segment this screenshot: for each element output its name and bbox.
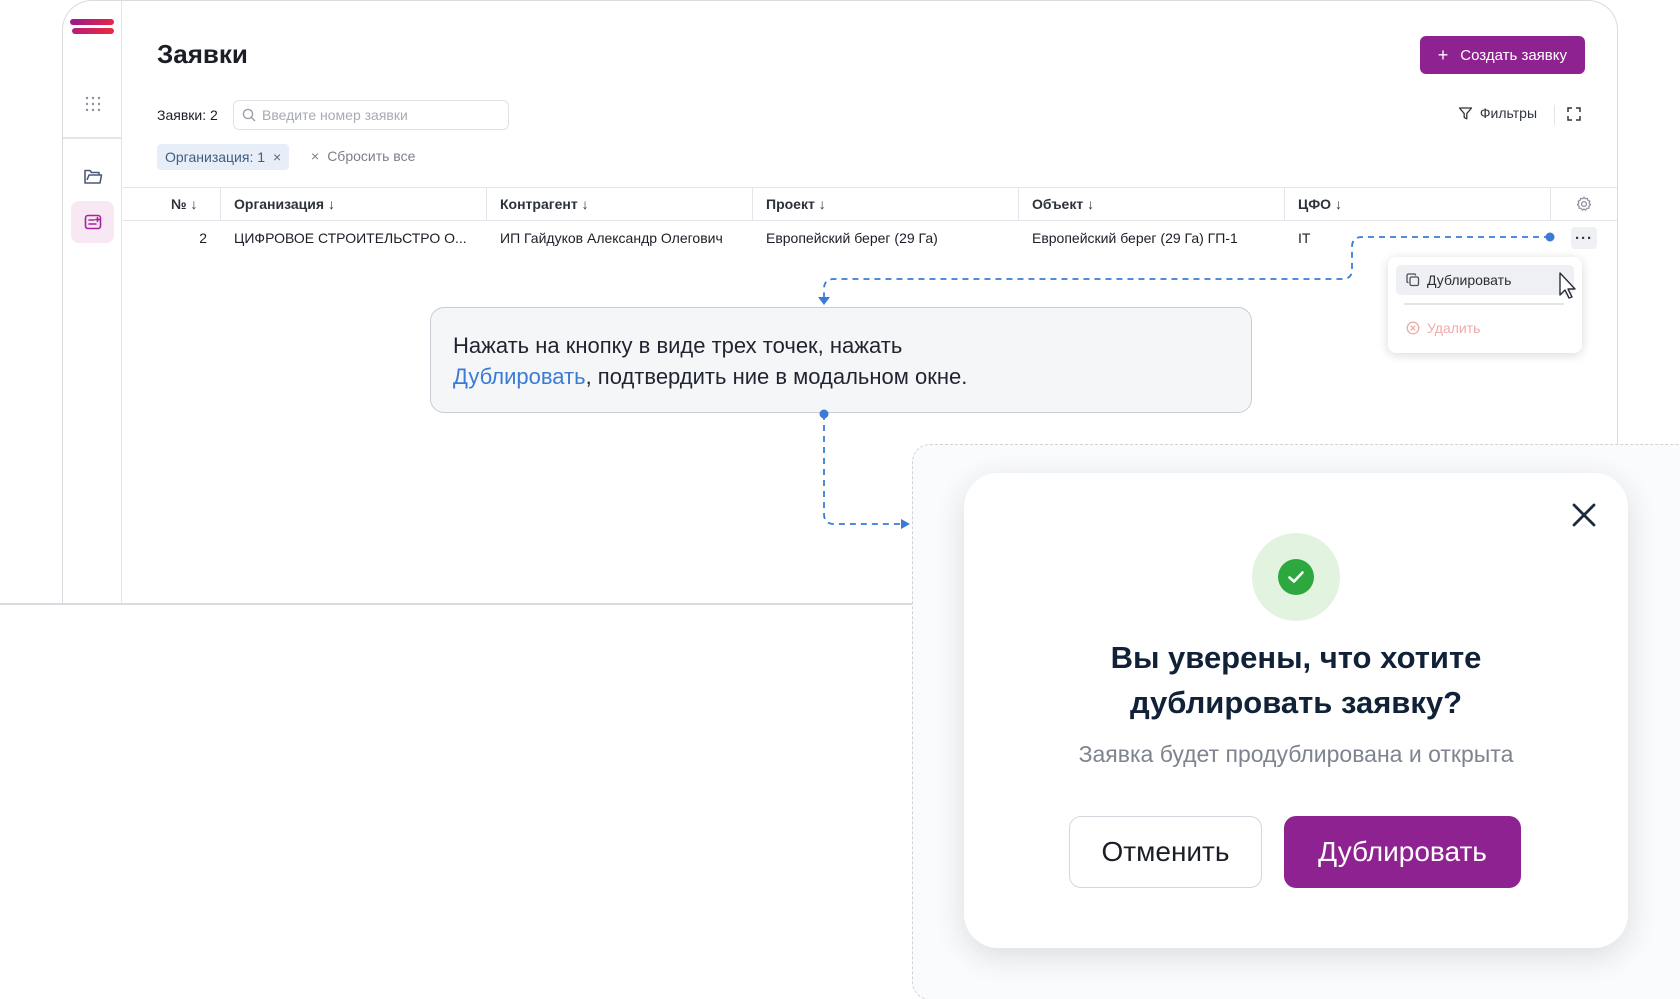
row-actions-cell: ··· (1551, 221, 1617, 255)
column-header-object[interactable]: Объект ↓ (1019, 188, 1285, 220)
filter-chip-organization[interactable]: Организация: 1 × (157, 144, 290, 170)
menu-item-duplicate[interactable]: Дублировать (1396, 265, 1574, 295)
requests-icon (84, 214, 101, 230)
column-header-cfo[interactable]: ЦФО ↓ (1285, 188, 1551, 220)
expand-icon (1567, 107, 1581, 121)
success-badge (1252, 533, 1340, 621)
sidebar-item-requests[interactable] (71, 201, 114, 243)
row-actions-menu: Дублировать Удалить (1388, 257, 1582, 353)
requests-count: Заявки: 2 (157, 107, 218, 123)
modal-title: Вы уверены, что хотите дублировать заявк… (964, 635, 1628, 725)
menu-item-delete-label: Удалить (1427, 320, 1481, 336)
cell-contractor: ИП Гайдуков Александр Олегович (500, 230, 723, 246)
reset-filters-button[interactable]: × Сбросить все (311, 148, 415, 164)
filters-label: Фильтры (1479, 105, 1537, 121)
cell-project: Европейский берег (29 Га) (766, 230, 938, 246)
sidebar (63, 1, 122, 604)
more-icon[interactable]: ··· (1571, 227, 1597, 249)
modal-title-line2: дублировать заявку? (1129, 685, 1463, 720)
cell-object: Европейский берег (29 Га) ГП-1 (1032, 230, 1238, 246)
sidebar-item-documents[interactable] (71, 156, 114, 198)
confirm-duplicate-button[interactable]: Дублировать (1284, 816, 1521, 888)
page-title: Заявки (157, 39, 248, 69)
expand-button[interactable] (1567, 107, 1581, 126)
search-box (233, 100, 509, 130)
reset-label: Сбросить все (327, 148, 416, 164)
apps-grid-button[interactable] (71, 83, 114, 125)
modal-title-line1: Вы уверены, что хотите (1110, 640, 1482, 675)
cell-num: 2 (199, 230, 207, 246)
column-header-num[interactable]: № ↓ (123, 188, 221, 220)
requests-table: № ↓ Организация ↓ Контрагент ↓ Проект ↓ … (123, 187, 1617, 255)
cancel-button[interactable]: Отменить (1069, 816, 1262, 888)
gear-icon (1576, 196, 1592, 211)
table-settings-button[interactable] (1551, 188, 1617, 220)
delete-icon (1406, 321, 1420, 335)
toolbar-divider (1554, 105, 1555, 125)
plus-icon: + (1437, 45, 1449, 65)
callout-text-before: Нажать на кнопку в виде трех точек, нажа… (453, 333, 903, 358)
logo-bar-top (70, 19, 114, 25)
menu-divider (1404, 303, 1564, 305)
chip-remove-icon[interactable]: × (273, 149, 281, 165)
create-request-label: Создать заявку (1460, 46, 1567, 64)
filters-button[interactable]: Фильтры (1458, 105, 1537, 121)
cell-cfo: IT (1298, 230, 1311, 246)
callout-link-duplicate: Дублировать (453, 364, 586, 389)
copy-icon (1406, 273, 1420, 287)
folder-icon (83, 169, 102, 184)
table-row[interactable]: 2 ЦИФРОВОЕ СТРОИТЕЛЬСТРО О... ИП Гайдуко… (123, 221, 1617, 255)
search-input[interactable] (262, 107, 492, 123)
check-icon (1278, 559, 1314, 595)
confirm-duplicate-modal: Вы уверены, что хотите дублировать заявк… (964, 473, 1628, 948)
sidebar-divider (63, 137, 122, 139)
table-header: № ↓ Организация ↓ Контрагент ↓ Проект ↓ … (123, 187, 1617, 221)
window-bottom-edge (0, 603, 913, 605)
logo[interactable] (70, 19, 114, 35)
column-header-contractor[interactable]: Контрагент ↓ (487, 188, 753, 220)
apps-grid-icon (85, 96, 100, 112)
filter-chip-label: Организация: 1 (165, 149, 266, 165)
modal-subtitle: Заявка будет продублирована и открыта (1078, 741, 1514, 767)
create-request-button[interactable]: + Создать заявку (1419, 36, 1585, 74)
column-header-project[interactable]: Проект ↓ (753, 188, 1019, 220)
callout-text-after: , подтвердить ние в модальном окне. (585, 364, 968, 389)
search-icon (242, 108, 256, 122)
cell-organization: ЦИФРОВОЕ СТРОИТЕЛЬСТРО О... (234, 230, 467, 246)
logo-bar-bottom (72, 28, 114, 34)
instruction-callout: Нажать на кнопку в виде трех точек, нажа… (430, 307, 1252, 413)
reset-icon: × (311, 148, 320, 164)
menu-item-duplicate-label: Дублировать (1427, 272, 1512, 288)
close-icon[interactable] (1564, 495, 1604, 535)
filter-icon (1458, 106, 1473, 119)
column-header-organization[interactable]: Организация ↓ (221, 188, 487, 220)
screenshot-stage: Заявки + Создать заявку Заявки: 2 Фильтр… (0, 0, 1680, 999)
menu-item-delete[interactable]: Удалить (1396, 313, 1574, 343)
